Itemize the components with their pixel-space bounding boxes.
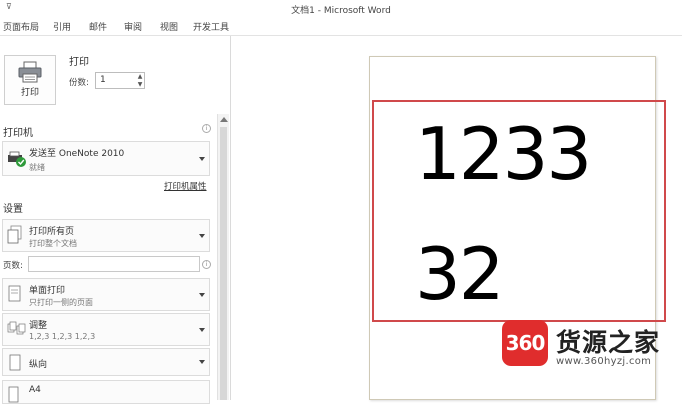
pages-label: 页数: — [3, 261, 23, 271]
single-sided-icon — [8, 285, 21, 302]
printer-dropdown[interactable]: 发送至 OneNote 2010 就绪 — [2, 141, 210, 176]
print-button[interactable]: 打印 — [4, 55, 56, 105]
printer-ready-icon — [8, 151, 26, 167]
print-heading: 打印 — [69, 57, 89, 68]
tab-view[interactable]: 视图 — [160, 20, 178, 33]
printer-name: 发送至 OneNote 2010 — [29, 149, 125, 159]
pages-range-sub: 打印整个文档 — [29, 239, 77, 248]
sides-sub: 只打印一侧的页面 — [29, 298, 93, 307]
portrait-icon — [9, 354, 21, 371]
collate-main: 调整 — [29, 321, 48, 331]
copies-down-icon[interactable]: ▼ — [136, 81, 144, 89]
scroll-up-icon[interactable] — [220, 117, 228, 122]
printer-heading: 打印机 — [3, 128, 33, 139]
watermark-name: 货源之家 — [556, 328, 661, 357]
paper-size-dropdown[interactable]: A4 — [2, 380, 210, 404]
tab-review[interactable]: 审阅 — [124, 20, 142, 33]
orientation-main: 纵向 — [29, 360, 48, 370]
tab-developer[interactable]: 开发工具 — [193, 20, 229, 33]
paper-size-main: A4 — [29, 385, 41, 395]
sides-dropdown[interactable]: 单面打印 只打印一侧的页面 — [2, 278, 210, 311]
document-pages-icon — [7, 225, 22, 244]
ribbon-tabs: 页面布局 引用 邮件 审阅 视图 开发工具 — [0, 17, 682, 36]
orientation-dropdown[interactable]: 纵向 — [2, 348, 210, 376]
copies-label: 份数: — [69, 78, 89, 88]
info-icon[interactable]: i — [202, 124, 211, 133]
tab-references[interactable]: 引用 — [53, 20, 71, 33]
pages-range-main: 打印所有页 — [29, 227, 75, 237]
scroll-thumb[interactable] — [220, 127, 227, 400]
printer-properties-link[interactable]: 打印机属性 — [164, 180, 207, 192]
settings-heading: 设置 — [3, 204, 23, 215]
printer-status: 就绪 — [29, 163, 45, 172]
copies-up-icon[interactable]: ▲ — [136, 73, 144, 81]
paper-icon — [8, 386, 19, 403]
watermark-logo: 360 — [502, 320, 548, 366]
settings-scrollbar[interactable] — [217, 114, 229, 400]
info-icon[interactable]: i — [202, 260, 211, 269]
window-title: 文档1 - Microsoft Word — [291, 6, 391, 16]
chevron-down-icon — [199, 327, 205, 332]
collate-dropdown[interactable]: 调整 1,2,3 1,2,3 1,2,3 — [2, 313, 210, 346]
sides-main: 单面打印 — [29, 286, 66, 296]
chevron-down-icon — [199, 156, 205, 161]
tab-page-layout[interactable]: 页面布局 — [3, 20, 39, 33]
tab-mailings[interactable]: 邮件 — [89, 20, 107, 33]
watermark-logo-text: 360 — [505, 331, 546, 355]
printer-icon — [18, 61, 42, 83]
chevron-down-icon — [199, 292, 205, 297]
collate-sub: 1,2,3 1,2,3 1,2,3 — [29, 332, 96, 341]
pages-range-dropdown[interactable]: 打印所有页 打印整个文档 — [2, 219, 210, 252]
watermark-url: www.360hyzj.com — [556, 356, 652, 367]
highlight-box — [372, 100, 666, 322]
collated-icon — [7, 321, 26, 335]
print-button-label: 打印 — [20, 88, 39, 98]
chevron-down-icon — [199, 233, 205, 238]
title-bar: ⊽ 文档1 - Microsoft Word — [0, 0, 682, 17]
pages-input[interactable] — [28, 256, 200, 272]
chevron-down-icon — [199, 360, 205, 364]
